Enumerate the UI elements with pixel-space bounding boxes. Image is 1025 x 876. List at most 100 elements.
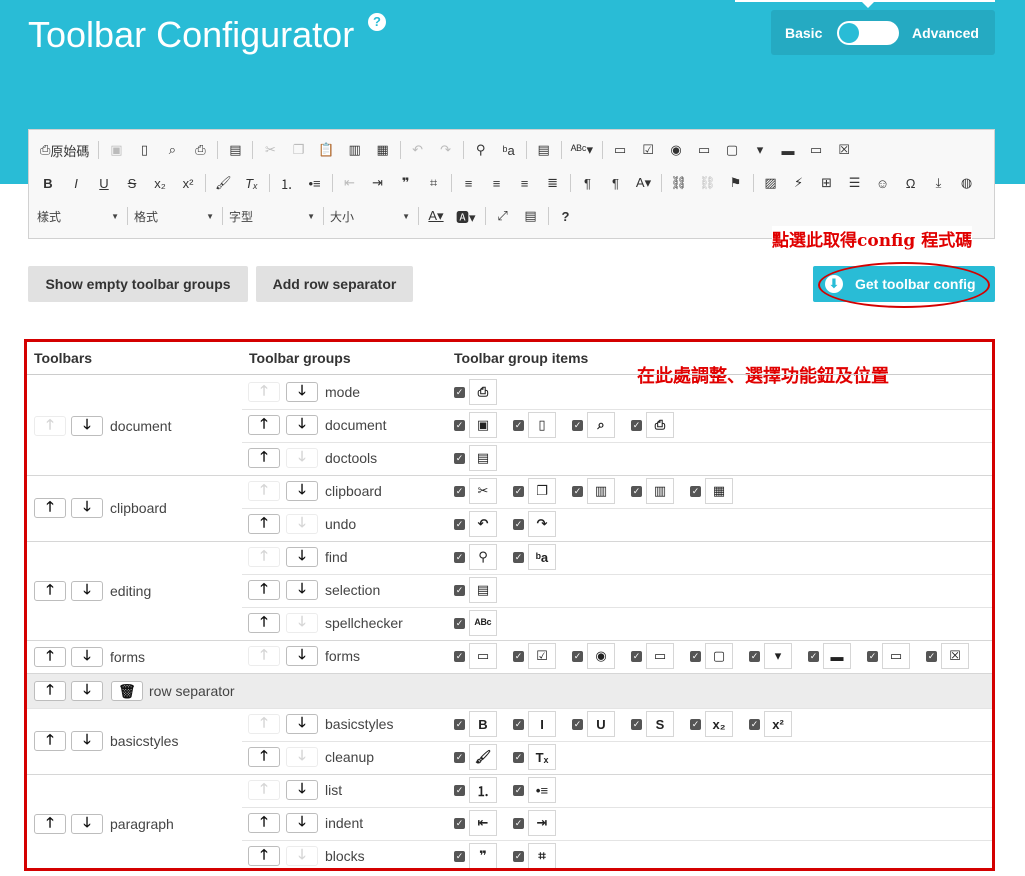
brush-icon[interactable]: 🖌 [212, 172, 235, 194]
group-move-down-button[interactable]: 🡓 [286, 813, 318, 833]
undo-icon[interactable]: ↶ [407, 139, 429, 161]
source-button[interactable]: ⎙ 原始碼 [37, 139, 92, 161]
group-move-up-button[interactable]: 🡑 [248, 580, 280, 600]
group-move-up-button[interactable]: 🡑 [248, 780, 280, 800]
hiddenfield-icon[interactable]: ☒ [833, 139, 855, 161]
item-checkbox[interactable]: ✓ [513, 785, 524, 796]
group-move-down-button[interactable]: 🡓 [286, 580, 318, 600]
group-move-up-button[interactable]: 🡑 [248, 646, 280, 666]
group-move-up-button[interactable]: 🡑 [248, 613, 280, 633]
item-checkbox[interactable]: ✓ [454, 519, 465, 530]
toolbar-move-down-button[interactable]: 🡓 [71, 415, 103, 436]
item-checkbox[interactable]: ✓ [513, 486, 524, 497]
numberedlist-icon[interactable]: ⒈ [276, 172, 298, 194]
item-checkbox[interactable]: ✓ [690, 651, 701, 662]
paste-icon[interactable]: 📋 [315, 139, 337, 161]
justifyright-icon[interactable]: ≡ [514, 172, 536, 194]
toolbar-move-down-button[interactable]: 🡓 [71, 813, 103, 834]
pagebreak-icon[interactable]: ⤓ [928, 172, 950, 194]
italic-icon[interactable]: I [65, 172, 87, 194]
item-checkbox[interactable]: ✓ [454, 552, 465, 563]
subscript-icon[interactable]: x₂ [149, 172, 171, 194]
item-checkbox[interactable]: ✓ [513, 752, 524, 763]
group-move-down-button[interactable]: 🡓 [286, 613, 318, 633]
group-move-up-button[interactable]: 🡑 [248, 747, 280, 767]
group-move-down-button[interactable]: 🡓 [286, 382, 318, 402]
item-checkbox[interactable]: ✓ [690, 486, 701, 497]
group-move-down-button[interactable]: 🡓 [286, 481, 318, 501]
item-checkbox[interactable]: ✓ [454, 752, 465, 763]
justifycenter-icon[interactable]: ≡ [486, 172, 508, 194]
font-combo[interactable]: 字型 ▼ [229, 205, 315, 227]
textfield-icon[interactable]: ▭ [693, 139, 715, 161]
item-checkbox[interactable]: ✓ [513, 651, 524, 662]
imagebutton-icon[interactable]: ▭ [805, 139, 827, 161]
group-move-up-button[interactable]: 🡑 [248, 714, 280, 734]
item-checkbox[interactable]: ✓ [454, 486, 465, 497]
preview-icon[interactable]: ⌕ [161, 139, 183, 161]
group-move-down-button[interactable]: 🡓 [286, 780, 318, 800]
templates-icon[interactable]: ▤ [224, 139, 246, 161]
item-checkbox[interactable]: ✓ [572, 420, 583, 431]
group-move-up-button[interactable]: 🡑 [248, 547, 280, 567]
show-empty-groups-button[interactable]: Show empty toolbar groups [28, 266, 248, 302]
underline-icon[interactable]: U [93, 172, 115, 194]
item-checkbox[interactable]: ✓ [749, 651, 760, 662]
item-checkbox[interactable]: ✓ [513, 519, 524, 530]
group-move-down-button[interactable]: 🡓 [286, 747, 318, 767]
showblocks-icon[interactable]: ▤ [520, 205, 542, 227]
toolbar-move-up-button[interactable]: 🡑 [34, 731, 66, 751]
radio-icon[interactable]: ◉ [665, 139, 687, 161]
item-checkbox[interactable]: ✓ [867, 651, 878, 662]
item-checkbox[interactable]: ✓ [808, 651, 819, 662]
unlink-icon[interactable]: ⛓ [696, 172, 719, 194]
bold-icon[interactable]: B [37, 172, 59, 194]
item-checkbox[interactable]: ✓ [454, 387, 465, 398]
item-checkbox[interactable]: ✓ [454, 851, 465, 862]
move-down-button[interactable]: 🡓 [71, 681, 103, 701]
group-move-down-button[interactable]: 🡓 [286, 714, 318, 734]
about-icon[interactable]: ? [555, 205, 577, 227]
item-checkbox[interactable]: ✓ [513, 719, 524, 730]
group-move-down-button[interactable]: 🡓 [286, 415, 318, 435]
delete-separator-button[interactable]: 🗑 [111, 681, 143, 701]
toolbar-move-down-button[interactable]: 🡓 [71, 731, 103, 751]
flash-icon[interactable]: ⚡ [788, 172, 810, 194]
bidirtl-icon[interactable]: ¶ [605, 172, 627, 194]
link-icon[interactable]: ⛓ [668, 172, 691, 194]
bgcolor-icon[interactable]: 🅰▾ [453, 205, 479, 227]
table-icon[interactable]: ⊞ [816, 172, 838, 194]
item-checkbox[interactable]: ✓ [631, 651, 642, 662]
group-move-down-button[interactable]: 🡓 [286, 547, 318, 567]
group-move-up-button[interactable]: 🡑 [248, 448, 280, 468]
form-icon[interactable]: ▭ [609, 139, 631, 161]
group-move-up-button[interactable]: 🡑 [248, 846, 280, 866]
find-icon[interactable]: ⚲ [470, 139, 492, 161]
checkbox-icon[interactable]: ☑ [637, 139, 659, 161]
item-checkbox[interactable]: ✓ [572, 486, 583, 497]
item-checkbox[interactable]: ✓ [513, 552, 524, 563]
toolbar-move-down-button[interactable]: 🡓 [71, 498, 103, 518]
language-icon[interactable]: A▾ [633, 172, 655, 194]
item-checkbox[interactable]: ✓ [749, 719, 760, 730]
item-checkbox[interactable]: ✓ [926, 651, 937, 662]
pastetext-icon[interactable]: ▥ [344, 139, 366, 161]
smiley-icon[interactable]: ☺ [872, 172, 894, 194]
toolbar-move-down-button[interactable]: 🡓 [71, 580, 103, 601]
creatediv-icon[interactable]: ⌗ [423, 172, 445, 194]
mode-toggle[interactable] [837, 21, 899, 45]
superscript-icon[interactable]: x² [177, 172, 199, 194]
item-checkbox[interactable]: ✓ [454, 618, 465, 629]
toolbar-move-down-button[interactable]: 🡓 [71, 646, 103, 667]
iframe-icon[interactable]: ◍ [956, 172, 978, 194]
anchor-icon[interactable]: ⚑ [725, 172, 747, 194]
item-checkbox[interactable]: ✓ [454, 818, 465, 829]
format-combo[interactable]: 格式 ▼ [134, 205, 214, 227]
item-checkbox[interactable]: ✓ [513, 420, 524, 431]
copy-icon[interactable]: ❐ [287, 139, 309, 161]
group-move-up-button[interactable]: 🡑 [248, 813, 280, 833]
blockquote-icon[interactable]: ❞ [395, 172, 417, 194]
toolbar-move-up-button[interactable]: 🡑 [34, 498, 66, 518]
removeformat-icon[interactable]: Tₓ [241, 172, 263, 194]
item-checkbox[interactable]: ✓ [513, 818, 524, 829]
